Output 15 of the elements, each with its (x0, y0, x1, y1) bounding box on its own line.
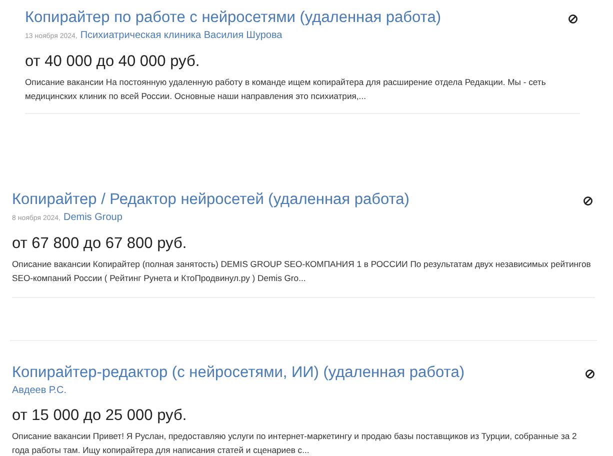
block-icon[interactable] (583, 196, 593, 206)
company-link[interactable]: Авдеев Р.С. (12, 384, 66, 398)
block-icon[interactable] (568, 14, 578, 24)
vacancy-title-link[interactable]: Копирайтер по работе с нейросетями (удаленная работа) (25, 8, 442, 28)
vacancy-title-link[interactable]: Копирайтер-редактор (с нейросетями, ИИ) (удаленная работа) (12, 363, 465, 383)
salary: от 67 800 до 67 800 руб. (12, 234, 188, 254)
salary: от 15 000 до 25 000 руб. (12, 406, 188, 426)
vacancy-title-link[interactable]: Копирайтер / Редактор нейросетей (удаленная работа) (12, 190, 410, 210)
vacancy-description: Описание вакансии На постоянную удаленную работу в команде ищем копирайтера для расширение отдела Редакции. Мы - сеть медицинских клиник по всей России. Основные наши направления это психиатрия,... (25, 76, 547, 103)
vacancy-description: Описание вакансии Копирайтер (полная занятость) DEMIS GROUP SEO-КОМПАНИЯ 1 в РОССИИ По результатам двух независимых рейтингов SEO-компаний России ( Рейтинг Рунета и КтоПродвинул.ру ) Demis Gro... (12, 258, 592, 285)
block-icon[interactable] (585, 369, 595, 379)
salary: от 40 000 до 40 000 руб. (25, 52, 201, 72)
vacancy-description: Описание вакансии Привет! Я Руслан, предоставляю услуги по интернет-маркетингу и продаю базы поставщиков из Турции, собранные за 2 года работы там. Ищу копирайтера для написания статей и сценариев с... (12, 430, 578, 456)
company-link[interactable]: Психиатрическая клиника Василия Шурова (80, 29, 282, 43)
company-link[interactable]: Demis Group (63, 211, 122, 225)
